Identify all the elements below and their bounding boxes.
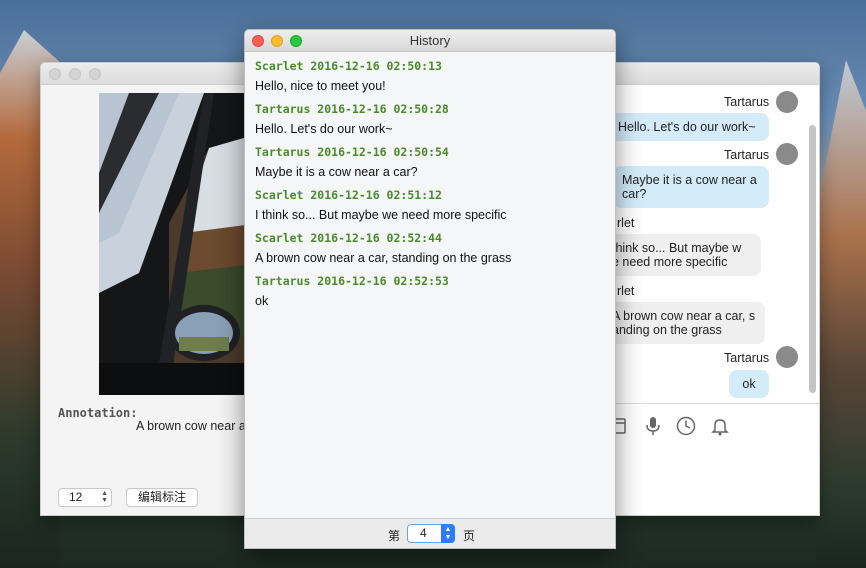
chat-message-list[interactable]: Tartarus Hello. Let's do our work~ Tarta… xyxy=(605,85,819,403)
message-meta: Tartarus 2016-12-16 02:52:53 xyxy=(255,274,449,288)
avatar[interactable] xyxy=(776,143,798,165)
zoom-button[interactable] xyxy=(290,34,302,47)
message-text: ok xyxy=(255,294,269,308)
stepper-arrows-icon[interactable]: ▲ ▼ xyxy=(101,490,108,504)
avatar[interactable] xyxy=(776,346,798,368)
message-meta: Tartarus 2016-12-16 02:50:54 xyxy=(255,145,449,159)
message-meta: Tartarus 2016-12-16 02:50:28 xyxy=(255,102,449,116)
message-text: A brown cow near a car, standing on the … xyxy=(255,251,512,265)
sender-name: rlet xyxy=(617,284,635,298)
chat-bubble-text-line1: think so... But maybe w xyxy=(612,241,742,255)
chat-bubble-text-line1: Maybe it is a cow near a xyxy=(622,173,757,187)
message-meta: Scarlet 2016-12-16 02:52:44 xyxy=(255,231,442,245)
page-suffix-label: 页 xyxy=(463,529,476,543)
chat-bubble-text-line2: e need more specific xyxy=(612,255,728,269)
history-message: Tartarus 2016-12-16 02:50:54 Maybe it is… xyxy=(255,145,449,179)
close-button[interactable] xyxy=(252,34,264,47)
close-button[interactable] xyxy=(49,67,61,80)
chat-bubble-text-line2: car? xyxy=(622,187,647,201)
annotation-window-titlebar[interactable] xyxy=(41,63,259,85)
edit-annotation-button[interactable]: 编辑标注 xyxy=(126,488,198,507)
chat-window: Tartarus Hello. Let's do our work~ Tarta… xyxy=(604,62,820,516)
history-message: Scarlet 2016-12-16 02:52:44 A brown cow … xyxy=(255,231,511,265)
font-size-value: 12 xyxy=(69,490,83,504)
chat-divider xyxy=(605,403,819,404)
page-number-value[interactable]: 4 xyxy=(420,526,427,540)
message-text: I think so... But maybe we need more spe… xyxy=(255,208,507,222)
zoom-button[interactable] xyxy=(89,67,101,80)
message-text: Hello, nice to meet you! xyxy=(255,79,386,93)
chat-bubble-text: ok xyxy=(742,377,756,391)
history-message: Tartarus 2016-12-16 02:50:28 Hello. Let'… xyxy=(255,102,449,136)
chat-bubble-outgoing: Maybe it is a cow near a car? xyxy=(613,166,769,208)
chat-bubble-text: Hello. Let's do our work~ xyxy=(618,120,756,134)
sender-name: Tartarus xyxy=(724,95,770,109)
bell-icon[interactable] xyxy=(709,415,731,437)
desktop-wallpaper-right xyxy=(816,60,866,568)
chat-window-titlebar[interactable] xyxy=(605,63,819,85)
history-message: Scarlet 2016-12-16 02:50:13 Hello, nice … xyxy=(255,59,442,93)
page-number-stepper[interactable]: 4 ▲ ▼ xyxy=(407,524,455,543)
chat-bubble-text-line2: anding on the grass xyxy=(612,323,722,337)
chat-bubble-text-line1: A brown cow near a car, s xyxy=(612,309,756,323)
history-message: Scarlet 2016-12-16 02:51:12 I think so..… xyxy=(255,188,507,222)
chat-scrollbar[interactable] xyxy=(809,125,816,393)
font-size-stepper[interactable]: 12 ▲ ▼ xyxy=(58,488,112,507)
minimize-button[interactable] xyxy=(271,34,283,47)
sender-name: Tartarus xyxy=(724,148,770,162)
annotation-window: Annotation: A brown cow near a 12 ▲ ▼ 编辑标… xyxy=(40,62,261,516)
message-meta: Scarlet 2016-12-16 02:51:12 xyxy=(255,188,442,202)
history-window-titlebar[interactable]: History xyxy=(245,30,615,52)
annotation-label: Annotation: xyxy=(58,406,138,420)
microphone-icon[interactable] xyxy=(642,415,664,437)
history-window: History Scarlet 2016-12-16 02:50:13 Hell… xyxy=(244,29,616,549)
page-prefix-label: 第 xyxy=(388,529,401,543)
message-text: Hello. Let's do our work~ xyxy=(255,122,393,136)
minimize-button[interactable] xyxy=(69,67,81,80)
sender-name: Tartarus xyxy=(724,351,770,365)
message-meta: Scarlet 2016-12-16 02:50:13 xyxy=(255,59,442,73)
avatar[interactable] xyxy=(776,91,798,113)
chat-bubble-incoming: A brown cow near a car, s anding on the … xyxy=(605,302,765,344)
sender-name: rlet xyxy=(617,216,635,230)
page-stepper-arrows-icon[interactable]: ▲ ▼ xyxy=(441,524,455,543)
annotated-photo xyxy=(99,93,261,395)
chat-bubble-incoming: think so... But maybe w e need more spec… xyxy=(605,234,761,276)
annotation-text[interactable]: A brown cow near a xyxy=(136,419,246,433)
pagination-bar: 第 4 ▲ ▼ 页 xyxy=(245,518,615,548)
clock-icon[interactable] xyxy=(675,415,697,437)
chat-bubble-outgoing: Hello. Let's do our work~ xyxy=(609,113,769,141)
car-window-photo xyxy=(99,93,261,395)
history-message: Tartarus 2016-12-16 02:52:53 ok xyxy=(255,274,449,308)
message-text: Maybe it is a cow near a car? xyxy=(255,165,418,179)
chat-bubble-outgoing: ok xyxy=(729,370,769,398)
